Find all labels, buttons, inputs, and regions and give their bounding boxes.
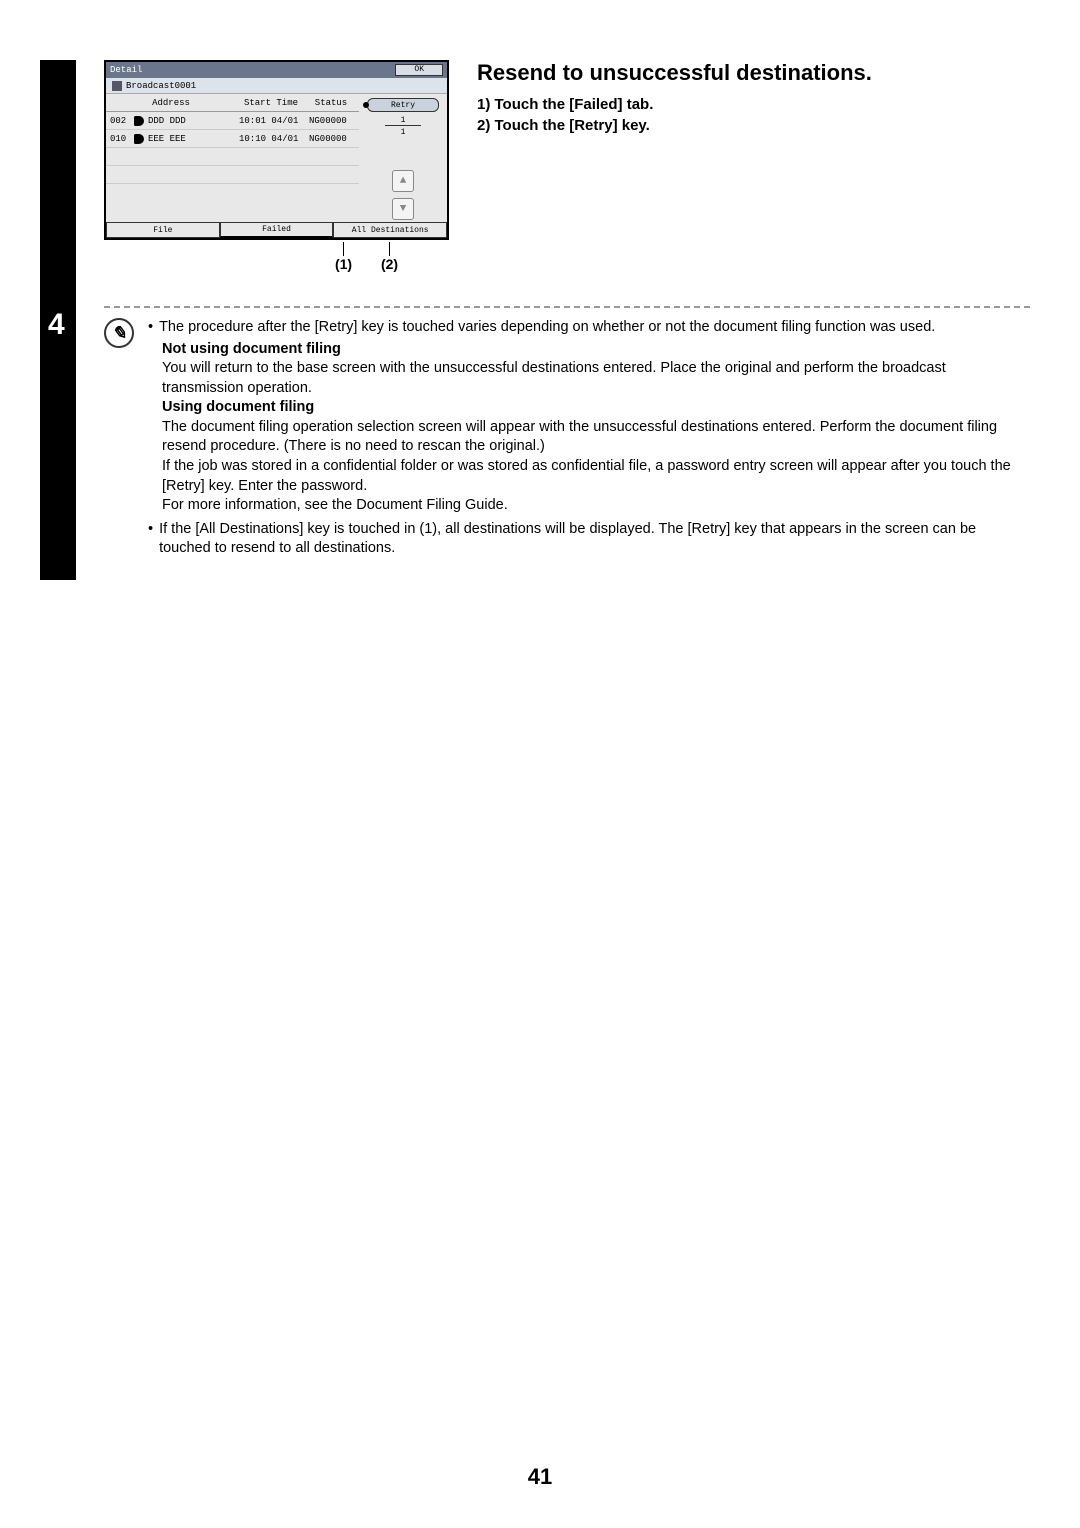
row-status: NG00000 <box>309 134 359 144</box>
note-paragraph-2: The document filing operation selection … <box>162 418 1030 457</box>
note-bullet-1: The procedure after the [Retry] key is t… <box>159 318 935 338</box>
table-row <box>106 184 359 202</box>
chapter-sidebar: 4 <box>40 60 76 580</box>
detail-titlebar: Detail OK <box>106 62 447 78</box>
scroll-up-button[interactable]: ▲ <box>392 170 414 192</box>
scroll-down-button[interactable]: ▼ <box>392 198 414 220</box>
header-address: Address <box>106 98 236 108</box>
instructions-title: Resend to unsuccessful destinations. <box>477 60 1030 86</box>
callout-1: (1) <box>335 256 352 272</box>
tab-all-destinations[interactable]: All Destinations <box>333 222 447 238</box>
note-heading-1: Not using document filing <box>162 341 341 357</box>
step-number: 4 <box>48 308 65 342</box>
tab-file[interactable]: File <box>106 222 220 238</box>
row-number: 002 <box>110 116 134 126</box>
table-row[interactable]: 010 EEE EEE 10:10 04/01 NG00000 <box>106 130 359 148</box>
note-paragraph-4: For more information, see the Document F… <box>162 496 1030 516</box>
row-number: 010 <box>110 134 134 144</box>
row-time: 10:10 04/01 <box>239 134 309 144</box>
detail-title: Detail <box>110 65 142 75</box>
page-indicator-bottom: 1 <box>385 128 422 137</box>
retry-button[interactable]: Retry <box>367 98 439 112</box>
instruction-step-1: 1) Touch the [Failed] tab. <box>477 96 1030 113</box>
note-heading-2: Using document filing <box>162 399 314 415</box>
phone-icon <box>134 116 144 126</box>
header-status: Status <box>306 98 356 108</box>
page-indicator-top: 1 <box>385 116 422 126</box>
row-status: NG00000 <box>309 116 359 126</box>
note-bullet-2: If the [All Destinations] key is touched… <box>159 520 1030 559</box>
tab-failed[interactable]: Failed <box>220 222 334 238</box>
broadcast-label: Broadcast0001 <box>126 81 196 91</box>
callout-dot <box>363 102 369 108</box>
page-number: 41 <box>0 1464 1080 1490</box>
phone-icon <box>134 134 144 144</box>
table-row <box>106 166 359 184</box>
header-start-time: Start Time <box>236 98 306 108</box>
screenshot-panel: Detail OK Broadcast0001 Address Start Ti… <box>104 60 449 272</box>
instruction-step-2: 2) Touch the [Retry] key. <box>477 117 1030 134</box>
table-row[interactable]: 002 DDD DDD 10:01 04/01 NG00000 <box>106 112 359 130</box>
broadcast-row: Broadcast0001 <box>106 78 447 94</box>
row-time: 10:01 04/01 <box>239 116 309 126</box>
note-icon: ✎ <box>104 318 134 348</box>
note-paragraph-3: If the job was stored in a confidential … <box>162 457 1030 496</box>
callout-2: (2) <box>381 256 398 272</box>
row-address: EEE EEE <box>148 134 239 144</box>
ok-button[interactable]: OK <box>395 64 443 76</box>
section-divider <box>104 306 1030 308</box>
fax-icon <box>112 81 122 91</box>
note-paragraph-1: You will return to the base screen with … <box>162 359 1030 398</box>
row-address: DDD DDD <box>148 116 239 126</box>
table-row <box>106 148 359 166</box>
list-headers: Address Start Time Status <box>106 94 359 112</box>
